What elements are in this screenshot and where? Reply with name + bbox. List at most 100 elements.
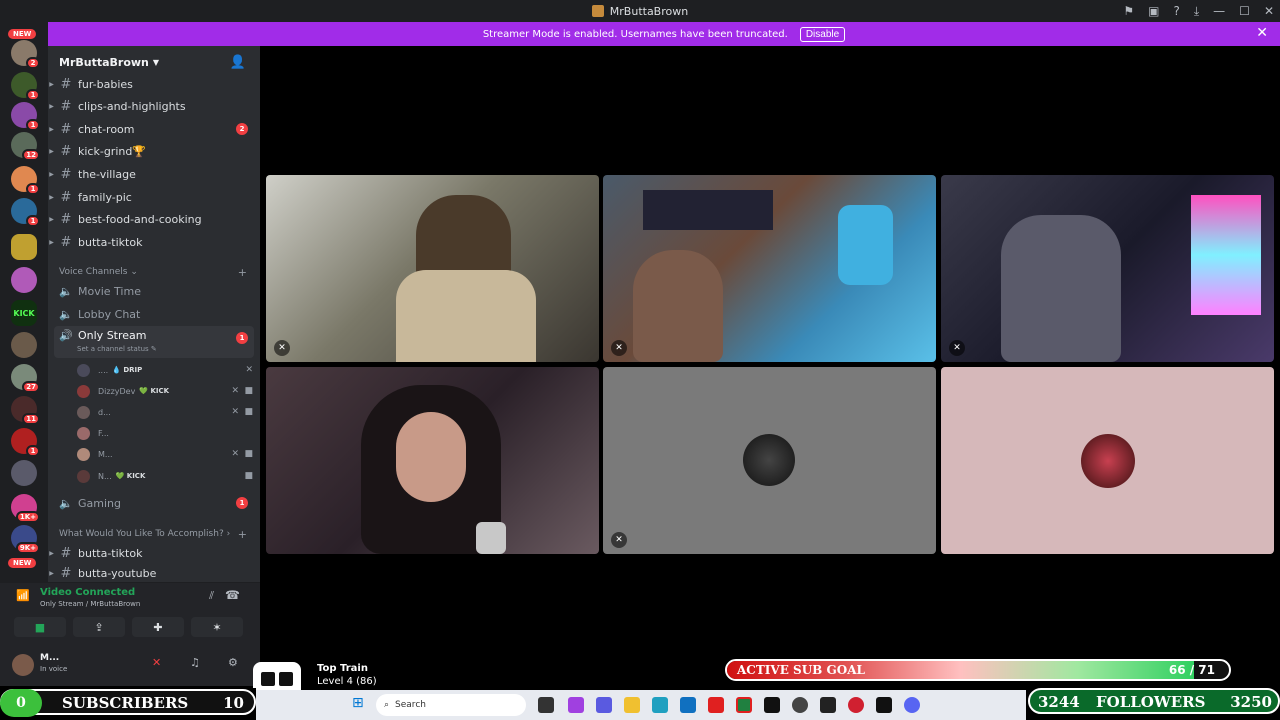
server-icon[interactable] — [11, 267, 37, 293]
sub-goal-value: 66 / 71 — [1168, 663, 1215, 677]
voice-status[interactable]: Video Connected — [40, 587, 135, 598]
voice-channel-item[interactable]: 🔈 Lobby Chat — [48, 303, 260, 325]
channel-item[interactable]: ▶ # butta-tiktok — [48, 231, 260, 253]
edge-icon[interactable] — [652, 697, 668, 713]
chevron-right-icon: ▶ — [49, 569, 54, 577]
game-icon[interactable] — [820, 697, 836, 713]
noise-suppression-icon[interactable]: ⫽ — [209, 589, 214, 603]
tiktok-icon[interactable] — [764, 697, 780, 713]
kick-server-icon[interactable]: KICK — [11, 300, 37, 326]
server-icon[interactable]: 11 — [11, 396, 40, 425]
help-icon[interactable]: ? — [1173, 4, 1179, 18]
channel-item[interactable]: ▶ # chat-room 2 — [48, 118, 260, 140]
category-accomplish[interactable]: What Would You Like To Accomplish? › — [59, 529, 230, 539]
category-voice-channels[interactable]: Voice Channels ⌄ — [59, 267, 138, 277]
voice-channel-item-selected[interactable]: 🔊 Only Stream 1 — [54, 326, 254, 358]
minimize-button[interactable]: — — [1213, 4, 1225, 18]
server-icon[interactable]: 9K+ — [11, 525, 40, 554]
download-icon[interactable]: ⤓ — [1194, 4, 1199, 19]
close-banner-icon[interactable]: ✕ — [1256, 25, 1268, 41]
user-panel: M... In voice ✕ ♫ ⚙ — [0, 642, 260, 686]
speaker-icon: 🔈 — [59, 307, 73, 321]
chevron-right-icon: ▶ — [49, 102, 54, 110]
channel-item[interactable]: ▶ # butta-tiktok — [48, 542, 260, 564]
server-icon[interactable]: 1K+ — [11, 494, 40, 523]
voice-channel-item[interactable]: 🔈 Movie Time — [48, 280, 260, 302]
server-icon[interactable]: 27 — [11, 364, 40, 393]
video-tile-avatar[interactable] — [941, 367, 1274, 554]
teams-icon[interactable] — [596, 697, 612, 713]
youtube-icon[interactable] — [708, 697, 724, 713]
camera-button[interactable]: ■ — [14, 617, 66, 637]
server-icon[interactable]: 12 — [11, 132, 40, 161]
obs-icon[interactable] — [792, 697, 808, 713]
server-icon[interactable]: 1 — [11, 102, 40, 131]
badge: 2 — [26, 57, 40, 69]
server-icon[interactable]: 1 — [11, 198, 40, 227]
excel-icon[interactable] — [736, 697, 752, 713]
voice-channel-item[interactable]: 🔈 Gaming 1 — [48, 492, 260, 514]
screen-share-icon: ⇪ — [94, 620, 104, 634]
user-name: M... — [40, 653, 60, 663]
channel-item[interactable]: ▶ # family-pic — [48, 186, 260, 208]
capcut-icon[interactable] — [876, 697, 892, 713]
invite-icon[interactable]: 👤 — [230, 55, 246, 70]
gear-icon[interactable]: ⚙ — [228, 656, 238, 669]
video-tile[interactable]: ✕ — [941, 175, 1274, 362]
video-tile[interactable]: ✕ — [603, 175, 936, 362]
channel-item[interactable]: ▶ # butta-youtube — [48, 564, 260, 582]
activities-button[interactable]: ✚ — [132, 617, 184, 637]
channel-item[interactable]: ▶ # kick-grind🏆 — [48, 140, 260, 162]
chevron-right-icon: ▶ — [49, 193, 54, 201]
video-tile-avatar[interactable]: ✕ — [603, 367, 936, 554]
voice-user[interactable]: .... 💧 DRIP ✕ — [77, 360, 253, 380]
disconnect-icon[interactable]: ☎ — [225, 588, 240, 602]
voice-location[interactable]: Only Stream / MrButtaBrown — [40, 600, 140, 608]
channel-item[interactable]: ▶ # clips-and-highlights — [48, 95, 260, 117]
video-tile[interactable]: ✕ — [266, 175, 599, 362]
server-icon[interactable] — [11, 234, 37, 260]
server-icon[interactable]: 2 — [11, 40, 40, 69]
headphones-icon[interactable]: ♫ — [190, 656, 200, 669]
close-button[interactable]: ✕ — [1264, 4, 1274, 18]
maximize-button[interactable]: ☐ — [1239, 4, 1250, 18]
add-channel-icon[interactable]: + — [238, 266, 247, 279]
channel-item[interactable]: ▶ # fur-babies — [48, 73, 260, 95]
discord-icon[interactable] — [904, 697, 920, 713]
server-icon[interactable]: 1 — [11, 428, 40, 457]
voice-user[interactable]: d... ✕ ■ — [77, 402, 253, 422]
server-icon[interactable] — [11, 460, 37, 486]
signal-icon[interactable]: 📶 — [16, 589, 30, 602]
server-icon[interactable]: 1 — [11, 166, 40, 195]
screen-share-button[interactable]: ⇪ — [73, 617, 125, 637]
store-icon[interactable] — [680, 697, 696, 713]
inbox-icon[interactable]: ▣ — [1148, 4, 1159, 18]
app-icon[interactable] — [848, 697, 864, 713]
file-explorer-icon[interactable] — [624, 697, 640, 713]
task-view-icon[interactable] — [538, 697, 554, 713]
followers-current: 3244 — [1038, 693, 1080, 711]
windows-start-icon[interactable]: ⊞ — [352, 695, 364, 711]
video-tile[interactable] — [266, 367, 599, 554]
copilot-icon[interactable] — [568, 697, 584, 713]
mic-muted-icon[interactable]: ✕ — [152, 656, 161, 669]
channel-name: Movie Time — [78, 284, 141, 298]
taskbar-search[interactable]: ⌕ Search — [376, 694, 526, 716]
channel-item[interactable]: ▶ # best-food-and-cooking — [48, 208, 260, 230]
channel-item[interactable]: ▶ # the-village — [48, 163, 260, 185]
pin-icon[interactable]: ⚑ — [1123, 4, 1134, 18]
channel-name: family-pic — [78, 190, 132, 204]
disable-streamer-mode-button[interactable]: Disable — [799, 26, 846, 42]
microphone — [476, 522, 506, 554]
add-channel-icon[interactable]: + — [238, 528, 247, 541]
channel-status[interactable]: Set a channel status ✎ — [77, 345, 157, 353]
voice-user[interactable]: M... ✕ ■ — [77, 444, 253, 464]
avatar[interactable] — [12, 654, 34, 676]
server-icon[interactable]: 1 — [11, 72, 40, 101]
voice-user[interactable]: DizzyDev 💚 KICK ✕ ■ — [77, 381, 253, 401]
voice-user[interactable]: F... — [77, 423, 253, 443]
soundboard-button[interactable]: ✶ — [191, 617, 243, 637]
server-icon[interactable] — [11, 332, 37, 358]
rgb-pc — [1191, 195, 1261, 315]
voice-user[interactable]: N... 💚 KICK ■ — [77, 466, 253, 486]
